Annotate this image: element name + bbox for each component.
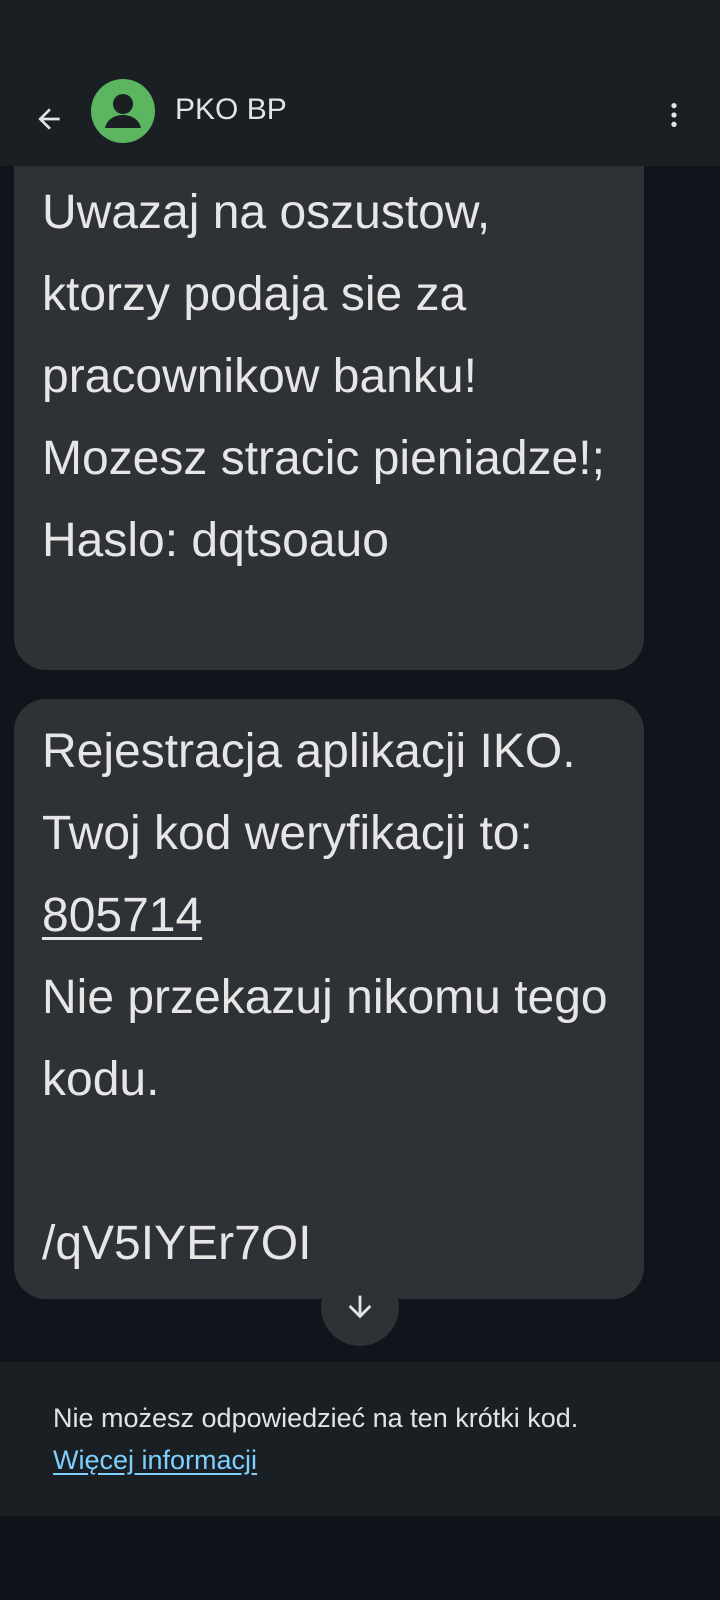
arrow-left-icon bbox=[38, 108, 60, 130]
message-list[interactable]: Uwazaj na oszustow, ktorzy podaja sie za… bbox=[0, 166, 720, 1362]
more-vertical-icon bbox=[671, 103, 677, 127]
scroll-to-bottom-button[interactable] bbox=[321, 1268, 399, 1346]
more-info-link[interactable]: Więcej informacji bbox=[53, 1442, 257, 1478]
conversation-header: PKO BP bbox=[0, 60, 720, 166]
message-bubble[interactable]: Rejestracja aplikacji IKO. Twoj kod wery… bbox=[14, 699, 644, 1299]
arrow-down-icon bbox=[348, 1295, 372, 1319]
message-text-part: Nie przekazuj nikomu tego kodu. /qV5IYEr… bbox=[42, 971, 608, 1270]
person-icon bbox=[105, 94, 141, 128]
verification-code-link[interactable]: 805714 bbox=[42, 889, 202, 942]
navigation-bar bbox=[0, 1516, 720, 1600]
more-options-button[interactable] bbox=[650, 88, 698, 142]
status-bar bbox=[0, 0, 720, 60]
avatar[interactable] bbox=[91, 79, 155, 143]
back-button[interactable] bbox=[22, 92, 76, 146]
contact-name[interactable]: PKO BP bbox=[175, 90, 287, 130]
reply-disabled-text: Nie możesz odpowiedzieć na ten krótki ko… bbox=[53, 1403, 579, 1433]
message-text-part: Rejestracja aplikacji IKO. Twoj kod wery… bbox=[42, 725, 588, 860]
message-text: Uwazaj na oszustow, ktorzy podaja sie za… bbox=[42, 186, 619, 567]
message-bubble[interactable]: Uwazaj na oszustow, ktorzy podaja sie za… bbox=[14, 166, 644, 670]
messages-screen: PKO BP Uwazaj na oszustow, ktorzy podaja… bbox=[0, 0, 720, 1600]
reply-disabled-panel: Nie możesz odpowiedzieć na ten krótki ko… bbox=[0, 1362, 720, 1516]
